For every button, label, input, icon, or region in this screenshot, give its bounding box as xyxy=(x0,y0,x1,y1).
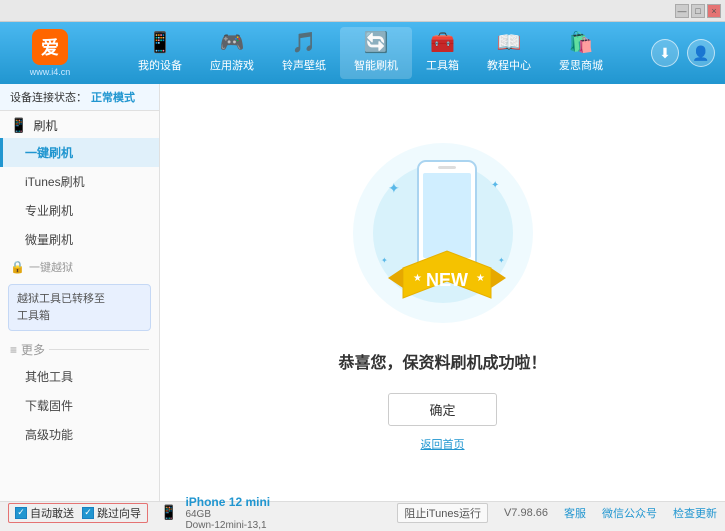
content-area: ✦ ✦ ✦ ✦ NEW ★ xyxy=(160,84,725,501)
device-icon: 📱 xyxy=(160,504,177,521)
wechat-link[interactable]: 微信公众号 xyxy=(602,505,657,521)
flash-section-label: 刷机 xyxy=(33,117,57,134)
tutorials-label: 教程中心 xyxy=(487,57,531,73)
my-device-icon: 📱 xyxy=(148,33,173,53)
apps-games-icon: 🎮 xyxy=(220,33,245,53)
maximize-button[interactable]: □ xyxy=(691,4,705,18)
nav-shop[interactable]: 🛍️ 爱思商城 xyxy=(545,27,617,79)
svg-text:✦: ✦ xyxy=(491,180,499,191)
window-controls: — □ × xyxy=(675,4,721,18)
device-name: iPhone 12 mini xyxy=(185,495,270,509)
download-button[interactable]: ⬇ xyxy=(651,39,679,67)
connection-status: 设备连接状态： 正常模式 xyxy=(0,84,159,111)
sidebar-item-micro-flash[interactable]: 微量刷机 xyxy=(0,225,159,254)
skip-wizard-label: 跳过向导 xyxy=(97,505,141,521)
svg-text:★: ★ xyxy=(476,273,485,284)
sidebar-item-other-tools[interactable]: 其他工具 xyxy=(0,362,159,391)
shop-label: 爱思商城 xyxy=(559,57,603,73)
section-flash: 📱 刷机 xyxy=(0,111,159,138)
logo-url: www.i4.cn xyxy=(30,67,71,77)
nav-items: 📱 我的设备 🎮 应用游戏 🎵 铃声壁纸 🔄 智能刷机 🧰 工具箱 📖 教程中心… xyxy=(90,27,651,79)
skip-wizard-checkbox[interactable]: ✓ 跳过向导 xyxy=(82,505,141,521)
jailbreak-note: 越狱工具已转移至工具箱 xyxy=(8,284,151,331)
toolbox-label: 工具箱 xyxy=(426,57,459,73)
sidebar: 设备连接状态： 正常模式 📱 刷机 一键刷机 iTunes刷机 专业刷机 微量刷… xyxy=(0,84,160,501)
nav-right: ⬇ 👤 xyxy=(651,39,715,67)
sidebar-item-itunes-flash[interactable]: iTunes刷机 xyxy=(0,167,159,196)
header: 爱 www.i4.cn 📱 我的设备 🎮 应用游戏 🎵 铃声壁纸 🔄 智能刷机 … xyxy=(0,22,725,84)
smart-flash-icon: 🔄 xyxy=(364,33,389,53)
success-svg: ✦ ✦ ✦ ✦ NEW ★ xyxy=(343,133,543,333)
stop-itunes-button[interactable]: 阻止iTunes运行 xyxy=(397,503,488,523)
auto-flash-label: 自动敢送 xyxy=(30,505,74,521)
ringtones-icon: 🎵 xyxy=(292,33,317,53)
sidebar-item-pro-flash[interactable]: 专业刷机 xyxy=(0,196,159,225)
svg-text:✦: ✦ xyxy=(498,256,505,265)
logo[interactable]: 爱 www.i4.cn xyxy=(10,29,90,77)
minimize-button[interactable]: — xyxy=(675,4,689,18)
lock-icon: 🔒 xyxy=(10,260,25,274)
apps-games-label: 应用游戏 xyxy=(210,57,254,73)
device-info: iPhone 12 mini 64GB Down-12mini-13,1 xyxy=(185,495,270,531)
customer-service-link[interactable]: 客服 xyxy=(564,505,586,521)
device-storage: 64GB xyxy=(185,509,270,520)
ringtones-label: 铃声壁纸 xyxy=(282,57,326,73)
flash-section-icon: 📱 xyxy=(10,117,27,134)
my-device-label: 我的设备 xyxy=(138,57,182,73)
success-illustration: ✦ ✦ ✦ ✦ NEW ★ xyxy=(343,133,543,333)
auto-flash-checkbox[interactable]: ✓ 自动敢送 xyxy=(15,505,74,521)
skip-wizard-check-icon: ✓ xyxy=(82,507,94,519)
bottom-bar: ✓ 自动敢送 ✓ 跳过向导 📱 iPhone 12 mini 64GB Down… xyxy=(0,501,725,523)
section-more: ≡ 更多 xyxy=(0,335,159,362)
sidebar-item-jailbreak: 🔒 一键越狱 xyxy=(0,254,159,280)
nav-toolbox[interactable]: 🧰 工具箱 xyxy=(412,27,473,79)
confirm-button[interactable]: 确定 xyxy=(388,393,496,426)
nav-ringtones[interactable]: 🎵 铃声壁纸 xyxy=(268,27,340,79)
user-button[interactable]: 👤 xyxy=(687,39,715,67)
success-text: 恭喜您，保资料刷机成功啦！ xyxy=(338,349,546,373)
version-text: V7.98.66 xyxy=(504,507,548,519)
sidebar-item-download-firmware[interactable]: 下载固件 xyxy=(0,391,159,420)
tutorials-icon: 📖 xyxy=(497,33,522,53)
bottom-right: 阻止iTunes运行 V7.98.66 客服 微信公众号 检查更新 xyxy=(397,503,717,523)
toolbox-icon: 🧰 xyxy=(430,33,455,53)
nav-my-device[interactable]: 📱 我的设备 xyxy=(124,27,196,79)
device-firmware: Down-12mini-13,1 xyxy=(185,520,270,531)
nav-smart-flash[interactable]: 🔄 智能刷机 xyxy=(340,27,412,79)
status-label: 设备连接状态： xyxy=(10,89,87,105)
checkbox-group: ✓ 自动敢送 ✓ 跳过向导 xyxy=(8,503,148,523)
more-section-label: 更多 xyxy=(21,341,45,358)
more-section-icon: ≡ xyxy=(10,343,17,357)
svg-text:★: ★ xyxy=(413,273,422,284)
close-button[interactable]: × xyxy=(707,4,721,18)
jailbreak-label: 一键越狱 xyxy=(29,259,73,275)
status-value: 正常模式 xyxy=(91,89,135,105)
divider-line xyxy=(49,349,149,350)
logo-icon: 爱 xyxy=(32,29,68,65)
svg-text:NEW: NEW xyxy=(426,270,468,290)
svg-text:✦: ✦ xyxy=(381,256,388,265)
smart-flash-label: 智能刷机 xyxy=(354,57,398,73)
nav-tutorials[interactable]: 📖 教程中心 xyxy=(473,27,545,79)
sidebar-item-onekey-flash[interactable]: 一键刷机 xyxy=(0,138,159,167)
return-link[interactable]: 返回首页 xyxy=(421,436,465,452)
main-area: 设备连接状态： 正常模式 📱 刷机 一键刷机 iTunes刷机 专业刷机 微量刷… xyxy=(0,84,725,501)
svg-text:✦: ✦ xyxy=(388,180,400,196)
title-bar: — □ × xyxy=(0,0,725,22)
shop-icon: 🛍️ xyxy=(569,33,594,53)
check-update-link[interactable]: 检查更新 xyxy=(673,505,717,521)
jailbreak-note-text: 越狱工具已转移至工具箱 xyxy=(17,293,105,322)
nav-apps-games[interactable]: 🎮 应用游戏 xyxy=(196,27,268,79)
device-section: 📱 iPhone 12 mini 64GB Down-12mini-13,1 xyxy=(160,495,270,531)
auto-flash-check-icon: ✓ xyxy=(15,507,27,519)
sidebar-item-advanced[interactable]: 高级功能 xyxy=(0,420,159,449)
